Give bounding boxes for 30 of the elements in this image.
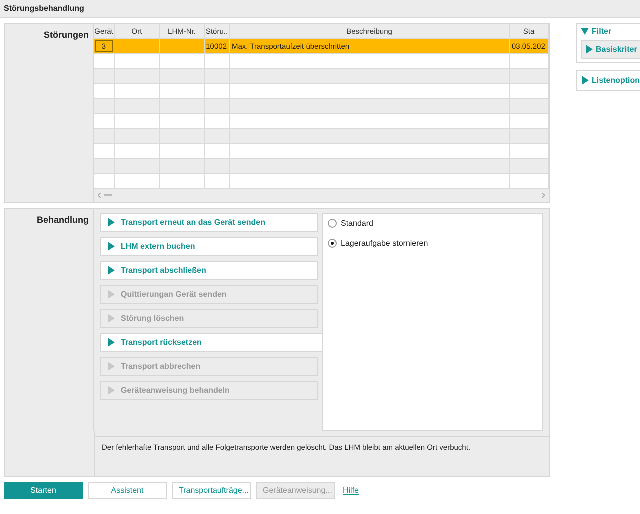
radio-button[interactable] [328, 219, 337, 228]
section-label: Behandlung [37, 215, 89, 225]
play-icon [107, 290, 115, 299]
scroll-right-icon[interactable] [542, 193, 545, 198]
play-icon [107, 242, 115, 251]
scroll-left-icon[interactable] [98, 193, 112, 198]
criteria-toggle[interactable]: Basiskriter [581, 40, 640, 59]
action-item[interactable]: LHM extern buchen [100, 237, 318, 256]
radio-button[interactable] [328, 239, 337, 248]
triangle-icon [581, 76, 589, 85]
action-button[interactable]: Starten [4, 482, 83, 499]
action-button[interactable]: Transportaufträge... [172, 482, 251, 499]
section-label: Störungen [44, 30, 89, 40]
play-icon [107, 362, 115, 371]
list-options-toggle[interactable]: Listenoption [581, 76, 640, 85]
radio-label: Lageraufgabe stornieren [341, 239, 428, 248]
action-button[interactable]: Assistent [88, 482, 167, 499]
window-title: Störungsbehandlung [0, 0, 640, 18]
radio-label: Standard [341, 219, 374, 228]
action-item[interactable]: Transport rücksetzen [100, 333, 322, 352]
help-link[interactable]: Hilfe [343, 486, 360, 495]
filter-toggle[interactable]: Filter [581, 27, 640, 36]
play-icon [107, 314, 115, 323]
play-icon [107, 266, 115, 275]
play-icon [107, 386, 115, 395]
action-item[interactable]: Transport abschließen [100, 261, 318, 280]
horizontal-scrollbar[interactable] [94, 189, 549, 202]
play-icon [107, 338, 115, 347]
play-icon [107, 218, 115, 227]
action-item[interactable]: Transport erneut an das Gerät senden [100, 213, 318, 232]
